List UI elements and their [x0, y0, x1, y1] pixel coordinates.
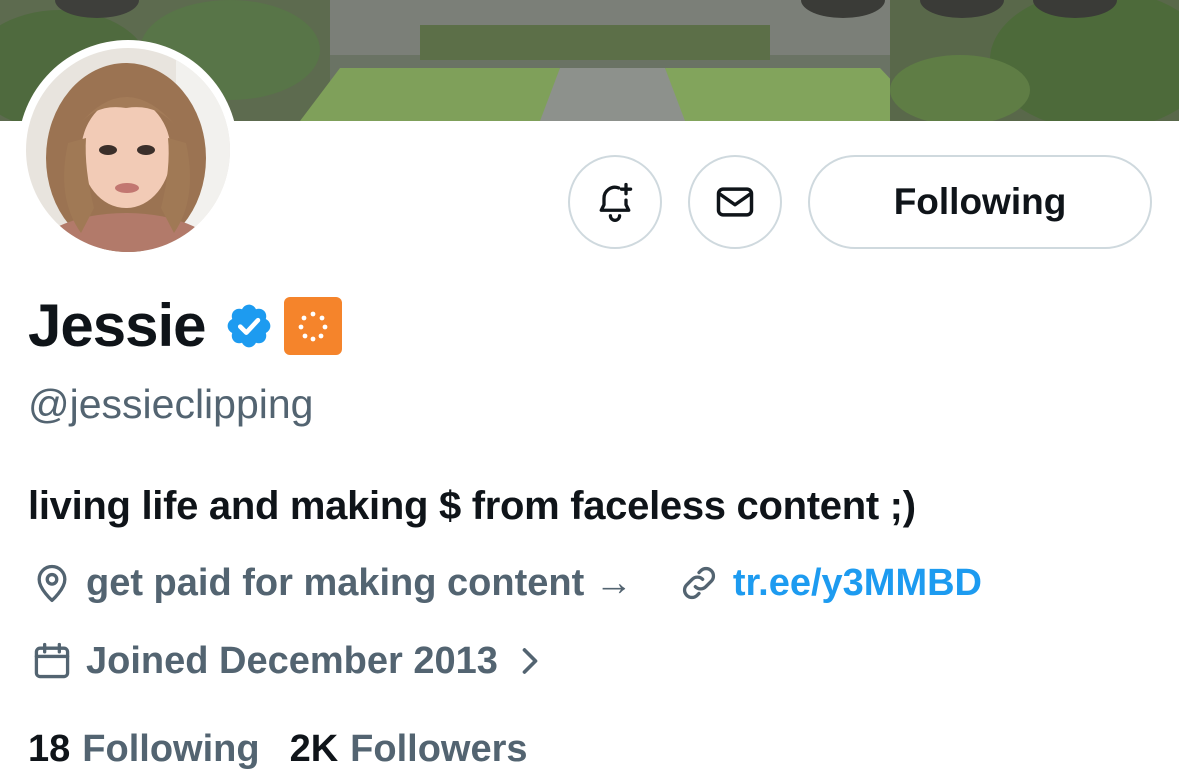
- joined-row[interactable]: Joined December 2013: [30, 636, 544, 686]
- following-count: 18: [28, 728, 71, 770]
- verified-badge-icon[interactable]: [224, 301, 274, 351]
- message-button[interactable]: [688, 155, 782, 249]
- following-count-link[interactable]: 18 Following: [28, 724, 260, 774]
- followers-label: Followers: [350, 728, 528, 770]
- profile-bio: living life and making $ from faceless c…: [28, 484, 916, 528]
- follow-stats: 18 Following 2K Followers: [28, 724, 528, 774]
- location-pin-icon: [30, 561, 74, 605]
- avatar-image: [26, 48, 230, 252]
- user-handle: @jessieclipping: [28, 381, 314, 427]
- calendar-icon: [30, 639, 74, 683]
- website-item[interactable]: tr.ee/y3MMBD: [677, 558, 982, 608]
- following-button-label: Following: [893, 181, 1067, 222]
- followers-count-link[interactable]: 2K Followers: [290, 724, 528, 774]
- followers-count: 2K: [289, 728, 339, 770]
- affiliate-badge-icon[interactable]: [283, 297, 342, 355]
- link-icon: [677, 561, 721, 605]
- following-label: Following: [82, 728, 260, 770]
- notifications-button[interactable]: [568, 155, 662, 249]
- location-item: get paid for making content →: [30, 558, 633, 608]
- joined-text: Joined December 2013: [86, 640, 498, 682]
- avatar[interactable]: [18, 40, 238, 260]
- bell-plus-icon: [593, 180, 637, 224]
- website-link[interactable]: tr.ee/y3MMBD: [733, 558, 982, 608]
- location-text: get paid for making content →: [86, 562, 633, 604]
- chevron-right-icon: [516, 639, 544, 683]
- name-row: Jessie: [28, 292, 342, 360]
- display-name: Jessie: [28, 292, 207, 359]
- envelope-icon: [713, 180, 757, 224]
- profile-meta-row: get paid for making content → tr.ee/y3MM…: [30, 558, 982, 608]
- following-button[interactable]: Following: [808, 155, 1152, 249]
